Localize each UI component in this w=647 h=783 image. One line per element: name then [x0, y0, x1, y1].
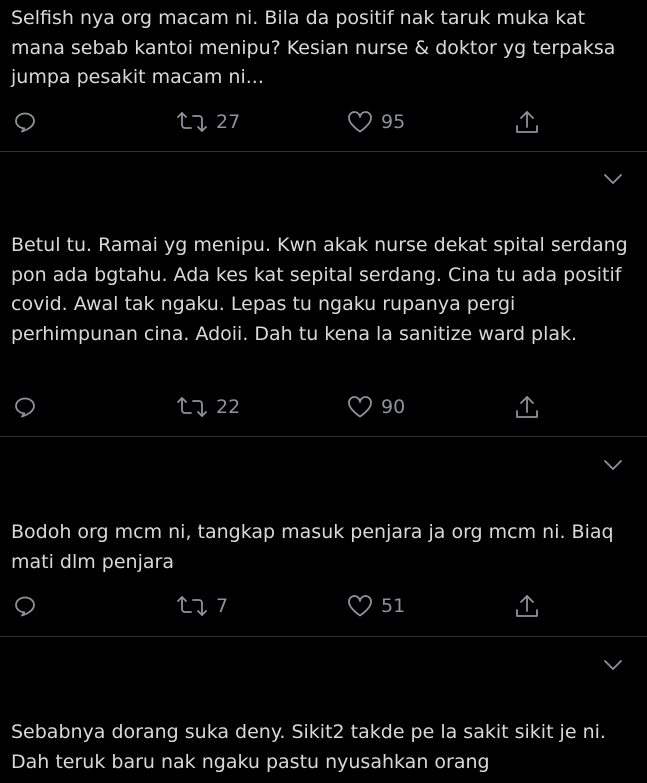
tweet-text: Sebabnya dorang suka deny. Sikit2 takde …: [11, 721, 606, 773]
like-button[interactable]: 90: [347, 393, 405, 421]
like-icon: [348, 111, 372, 133]
retweet-button[interactable]: 22: [176, 393, 240, 421]
retweet-icon: [177, 112, 207, 132]
divider: [0, 151, 647, 152]
retweet-icon: [177, 596, 207, 616]
reply-button[interactable]: [13, 393, 37, 421]
retweet-button[interactable]: 7: [176, 592, 228, 620]
chevron-down-icon[interactable]: [603, 172, 623, 186]
tweet-text: Betul tu. Ramai yg menipu. Kwn akak nurs…: [11, 234, 628, 345]
share-button[interactable]: [514, 592, 540, 620]
tweet-actions: 22 90: [0, 393, 647, 421]
like-button[interactable]: 95: [347, 108, 405, 136]
tweet-actions: 27 95: [0, 108, 647, 136]
retweet-count: 7: [216, 595, 229, 617]
reply-icon: [15, 112, 35, 133]
share-icon: [516, 111, 538, 133]
reply-icon: [15, 397, 35, 418]
reply-button[interactable]: [13, 592, 37, 620]
retweet-count: 22: [216, 396, 241, 418]
retweet-icon: [177, 397, 207, 417]
retweet-button[interactable]: 27: [176, 108, 240, 136]
like-count: 90: [381, 396, 406, 418]
divider: [0, 636, 647, 637]
tweet-text: Selfish nya org macam ni. Bila da positi…: [11, 7, 616, 88]
tweet-text: Bodoh org mcm ni, tangkap masuk penjara …: [11, 521, 614, 573]
retweet-count: 27: [216, 111, 241, 133]
share-button[interactable]: [514, 108, 540, 136]
share-icon: [516, 595, 538, 617]
like-count: 51: [381, 595, 406, 617]
reply-button[interactable]: [13, 108, 37, 136]
reply-icon: [15, 596, 35, 617]
like-icon: [348, 396, 372, 418]
like-icon: [348, 595, 372, 617]
like-count: 95: [381, 111, 406, 133]
share-button[interactable]: [514, 393, 540, 421]
divider: [0, 436, 647, 437]
chevron-down-icon[interactable]: [603, 458, 623, 472]
like-button[interactable]: 51: [347, 592, 405, 620]
chevron-down-icon[interactable]: [603, 658, 623, 672]
tweet-actions: 7 51: [0, 592, 647, 620]
share-icon: [516, 396, 538, 418]
